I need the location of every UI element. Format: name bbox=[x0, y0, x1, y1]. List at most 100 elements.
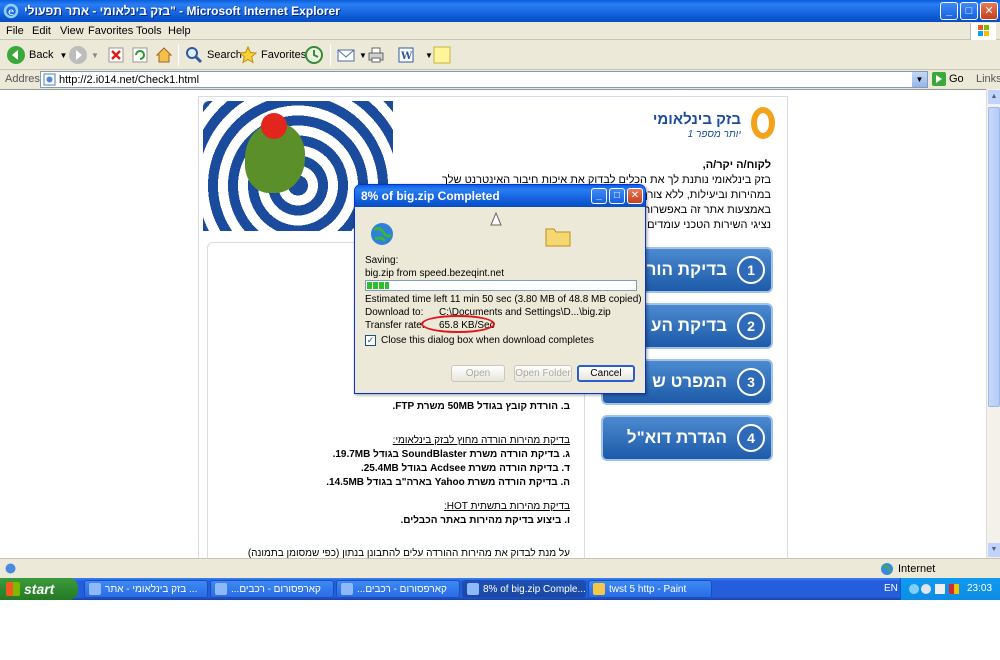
saving-label: Saving: bbox=[365, 255, 399, 266]
refresh-icon bbox=[132, 47, 148, 63]
taskbar-item[interactable]: ...קארפסורום - רכבים bbox=[210, 580, 334, 598]
open-folder-button[interactable]: Open Folder bbox=[514, 365, 572, 382]
cancel-button[interactable]: Cancel bbox=[577, 365, 635, 382]
go-button[interactable]: Go bbox=[932, 72, 964, 86]
menu-view[interactable]: View bbox=[60, 25, 84, 37]
history-button[interactable] bbox=[304, 44, 327, 66]
nav-label: בדיקת הע bbox=[651, 316, 727, 335]
mail-icon bbox=[337, 49, 355, 62]
page-icon bbox=[43, 73, 56, 86]
hot-heading: בדיקת מהירות בתשתית HOT: bbox=[443, 501, 570, 512]
taskbar-item-label: twst 5 http - Paint bbox=[609, 583, 687, 595]
taskbar-item[interactable]: twst 5 http - Paint bbox=[588, 580, 712, 598]
test-item-v[interactable]: ו. ביצוע בדיקת מהירות באתר הכבלים. bbox=[210, 515, 570, 526]
menu-help[interactable]: Help bbox=[168, 25, 191, 37]
title-bar[interactable]: e בזק בינלאומי - אתר תפעולי" - Microsoft… bbox=[0, 0, 1000, 22]
open-button[interactable]: Open bbox=[451, 365, 505, 382]
svg-text:e: e bbox=[8, 7, 14, 18]
language-indicator[interactable]: EN bbox=[884, 583, 898, 594]
forward-dropdown-icon[interactable]: ▼ bbox=[91, 51, 99, 60]
address-input[interactable]: http://2.i014.net/Check1.html ▼ bbox=[40, 71, 928, 88]
maximize-button[interactable]: □ bbox=[960, 2, 978, 20]
nav-number: 2 bbox=[737, 312, 765, 340]
note-line: על מנת לבדוק את מהירות ההורדה עלים להתבו… bbox=[247, 548, 570, 558]
nav-number: 4 bbox=[737, 424, 765, 452]
dialog-maximize-button[interactable]: □ bbox=[609, 188, 625, 204]
ie-icon: e bbox=[3, 3, 19, 19]
menu-tools[interactable]: Tools bbox=[136, 25, 162, 37]
word-icon: W bbox=[398, 47, 414, 63]
menu-edit[interactable]: Edit bbox=[32, 25, 51, 37]
folder-icon bbox=[545, 228, 571, 247]
history-icon bbox=[305, 46, 323, 64]
logo-subtitle: יותר מספר 1 bbox=[687, 129, 741, 140]
address-url: http://2.i014.net/Check1.html bbox=[59, 74, 200, 86]
stop-icon bbox=[108, 47, 124, 63]
favorites-button[interactable]: Favorites bbox=[238, 44, 306, 66]
toolbar-separator bbox=[178, 44, 179, 66]
taskbar-item-label: ...קארפסורום - רכבים bbox=[357, 583, 447, 595]
scroll-down-icon[interactable]: ▼ bbox=[988, 543, 1000, 557]
taskbar-item[interactable]: בזק בינלאומי - אתר ... bbox=[84, 580, 208, 598]
security-zone: Internet bbox=[880, 562, 935, 576]
dialog-close-button[interactable]: ✕ bbox=[627, 188, 643, 204]
vertical-scrollbar[interactable]: ▲ ▼ bbox=[986, 89, 1000, 558]
home-button[interactable] bbox=[154, 44, 177, 66]
download-icon bbox=[467, 583, 479, 595]
stop-button[interactable] bbox=[106, 44, 129, 66]
taskbar-item[interactable]: ...קארפסורום - רכבים bbox=[336, 580, 460, 598]
back-dropdown-icon[interactable]: ▼ bbox=[59, 51, 67, 60]
globe-icon bbox=[881, 563, 893, 575]
bezeq-logo-icon bbox=[751, 107, 775, 139]
tray-icons bbox=[909, 584, 959, 594]
test-item-h[interactable]: ה. בדיקת הורדה משרת Yahoo בארה"ב בגודל 1… bbox=[210, 477, 570, 488]
taskbar-item-active[interactable]: 8% of big.zip Comple... bbox=[462, 580, 586, 598]
go-arrow-icon bbox=[932, 72, 946, 86]
taskbar: start בזק בינלאומי - אתר ... ...קארפסורו… bbox=[0, 578, 1000, 600]
forward-arrow-icon bbox=[69, 46, 87, 64]
taskbar-item-label: ...קארפסורום - רכבים bbox=[231, 583, 321, 595]
close-dialog-checkbox[interactable]: ✓ bbox=[365, 335, 376, 346]
dialog-title-bar[interactable]: 8% of big.zip Completed _ □ ✕ bbox=[355, 185, 645, 207]
scroll-up-icon[interactable]: ▲ bbox=[988, 90, 1000, 104]
test-item-d[interactable]: ד. בדיקת הורדה משרת Acdsee בגודל 25.4MB. bbox=[210, 463, 570, 474]
status-bar: Internet bbox=[0, 558, 1000, 578]
toolbar: Back ▼ ▼ Search Favorites ▼ W ▼ bbox=[0, 40, 1000, 70]
greeting: לקוח/ה יקר/ה, bbox=[702, 159, 771, 171]
menu-favorites[interactable]: Favorites bbox=[88, 25, 133, 37]
search-label: Search bbox=[207, 49, 242, 61]
nav-button-4[interactable]: 4 הגדרת דוא"ל bbox=[601, 415, 773, 461]
edit-word-button[interactable]: W ▼ bbox=[396, 44, 433, 66]
zone-label: Internet bbox=[898, 563, 936, 575]
download-progress-bar bbox=[365, 280, 637, 291]
scroll-thumb[interactable] bbox=[988, 107, 1000, 407]
discuss-button[interactable] bbox=[432, 44, 455, 66]
windows-flag-icon bbox=[6, 582, 20, 596]
nav-number: 3 bbox=[737, 368, 765, 396]
close-button[interactable]: ✕ bbox=[980, 2, 998, 20]
mail-button[interactable]: ▼ bbox=[336, 44, 367, 66]
ie-icon bbox=[89, 583, 101, 595]
back-button[interactable]: Back ▼ bbox=[6, 44, 67, 66]
progress-fill bbox=[367, 282, 389, 289]
note-icon bbox=[433, 46, 451, 64]
search-button[interactable]: Search bbox=[184, 44, 242, 66]
dialog-minimize-button[interactable]: _ bbox=[591, 188, 607, 204]
menu-file[interactable]: File bbox=[6, 25, 24, 37]
nav-label: הגדרת דוא"ל bbox=[626, 428, 727, 447]
links-label[interactable]: Links bbox=[976, 73, 1000, 85]
start-button[interactable]: start bbox=[0, 578, 78, 600]
test-item-b[interactable]: ב. הורדת קובץ בגודל 50MB משרת FTP. bbox=[210, 401, 570, 412]
forward-button[interactable]: ▼ bbox=[68, 44, 99, 66]
start-label: start bbox=[24, 581, 55, 597]
eta-line: Estimated time left 11 min 50 sec (3.80 … bbox=[365, 294, 642, 305]
refresh-button[interactable] bbox=[130, 44, 153, 66]
nav-label: המפרט ש bbox=[652, 372, 727, 391]
clock[interactable]: 23:03 bbox=[967, 583, 992, 594]
print-button[interactable] bbox=[366, 44, 389, 66]
ie-icon bbox=[215, 583, 227, 595]
address-dropdown-icon[interactable]: ▼ bbox=[912, 72, 927, 87]
test-item-g[interactable]: ג. בדיקת הורדה משרת SoundBlaster בגודל 1… bbox=[210, 449, 570, 460]
rate-label: Transfer rate: bbox=[365, 320, 425, 331]
minimize-button[interactable]: _ bbox=[940, 2, 958, 20]
